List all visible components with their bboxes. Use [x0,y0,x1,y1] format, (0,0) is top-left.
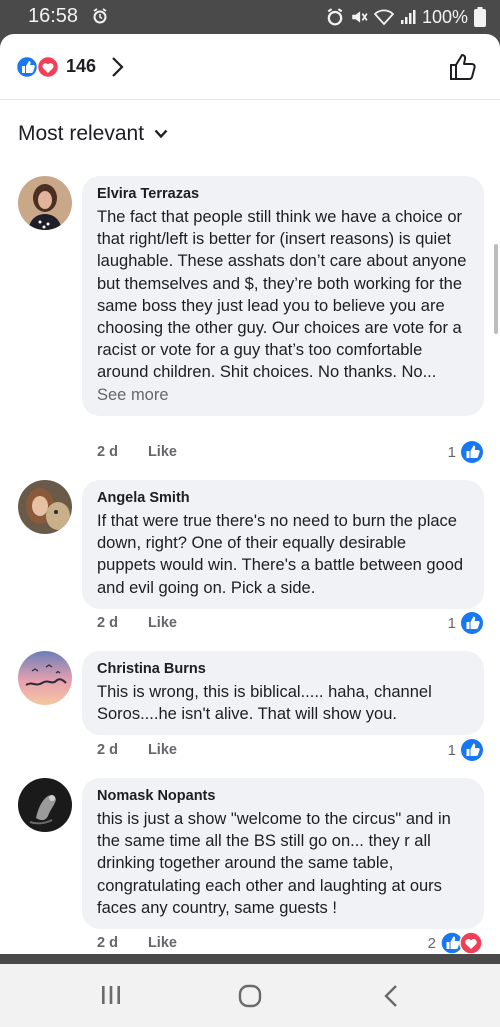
back-icon[interactable] [382,984,400,1008]
comments-sheet: 146 Most relevant Elvira Terrazas The fa… [0,34,500,954]
comment-bubble[interactable]: Christina Burns This is wrong, this is b… [82,651,484,736]
battery-icon [474,7,486,27]
sort-label: Most relevant [18,122,145,145]
comment-bubble[interactable]: Angela Smith If that were true there's n… [82,480,484,609]
wifi-icon [373,9,394,26]
reaction-count[interactable]: 146 [66,56,96,77]
like-reaction-icon [461,441,483,463]
comment-time[interactable]: 2 d [97,444,118,460]
comment-text: The fact that people still think we have… [97,206,469,406]
avatar[interactable] [18,480,72,534]
like-button[interactable]: Like [148,935,177,951]
comment-reactions[interactable]: 1 [448,738,484,762]
signal-icon [400,10,416,24]
comment-author[interactable]: Angela Smith [97,488,469,508]
reaction-icons[interactable] [16,56,62,78]
comment-reaction-count: 1 [447,443,456,461]
like-button[interactable]: Like [148,742,177,758]
sheet-bottom-edge [0,954,500,964]
comment-meta: 2 d Like [97,444,177,460]
comment-meta: 2 d Like [97,615,177,631]
reactions-header: 146 [0,34,500,100]
comment-reactions[interactable]: 1 [448,611,484,635]
recent-apps-icon[interactable] [100,984,122,1006]
comment-body: The fact that people still think we have… [97,208,467,382]
like-love-reaction-icons [440,931,483,954]
status-icons: 100% [326,6,486,28]
status-time: 16:58 [28,5,79,27]
like-button[interactable]: Like [148,615,177,631]
avatar[interactable] [18,778,72,832]
comment-time[interactable]: 2 d [97,935,118,951]
alarm-icon [327,8,343,26]
comment-reaction-count: 1 [447,741,456,759]
chevron-down-icon [154,129,168,139]
alarm-icon [93,8,107,24]
comment-reaction-count: 2 [427,934,436,952]
sort-dropdown[interactable]: Most relevant [18,122,168,146]
chevron-right-icon[interactable] [110,56,124,78]
home-icon[interactable] [238,984,262,1008]
comment-reactions[interactable]: 1 [448,440,484,464]
comment-author[interactable]: Nomask Nopants [97,786,469,806]
avatar[interactable] [18,176,72,230]
like-button[interactable]: Like [148,444,177,460]
mute-icon [352,11,368,23]
comment-reaction-count: 1 [447,614,456,632]
comment-meta: 2 d Like [97,935,177,951]
comment-text: this is just a show "welcome to the circ… [97,810,451,917]
comment-text: If that were true there's no need to bur… [97,512,464,597]
comment-author[interactable]: Christina Burns [97,659,469,679]
comment-reactions[interactable]: 2 [428,931,484,954]
comment-text: This is wrong, this is biblical..... hah… [97,683,432,724]
comment-author[interactable]: Elvira Terrazas [97,184,469,204]
comment-bubble[interactable]: Elvira Terrazas The fact that people sti… [82,176,484,416]
comment-meta: 2 d Like [97,742,177,758]
like-reaction-icon [461,612,483,634]
system-nav-bar [0,964,500,1027]
like-outline-icon[interactable] [448,52,478,82]
comment-time[interactable]: 2 d [97,615,118,631]
battery-percent: 100% [421,6,468,27]
comment-bubble[interactable]: Nomask Nopants this is just a show "welc… [82,778,484,930]
status-bar: 16:58 100% [0,0,500,34]
like-reaction-icon [461,739,483,761]
scrollbar[interactable] [494,244,498,334]
comment-time[interactable]: 2 d [97,742,118,758]
see-more-link[interactable]: See more [97,386,169,404]
avatar[interactable] [18,651,72,705]
